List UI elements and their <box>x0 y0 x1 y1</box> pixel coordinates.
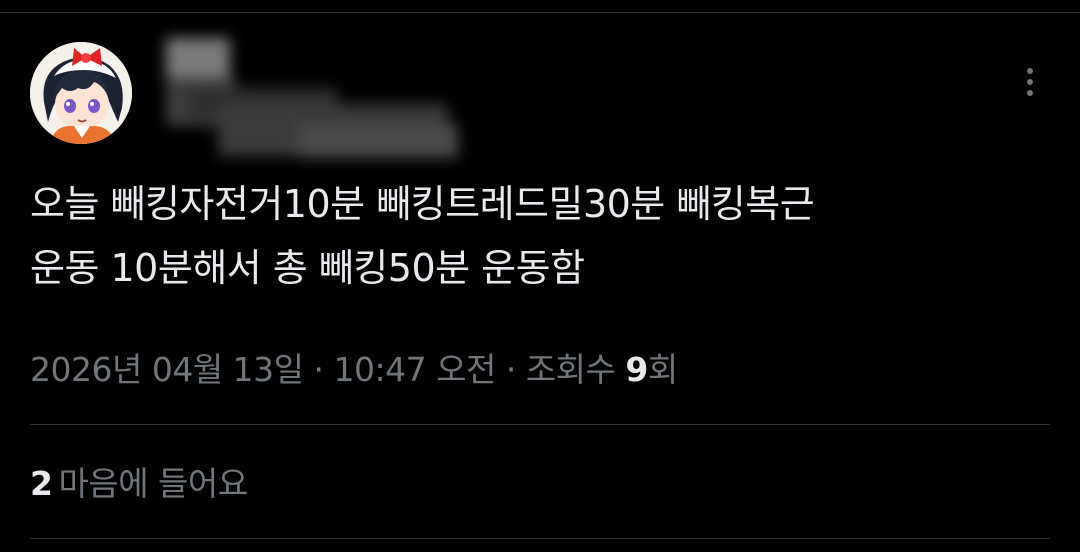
likes-link[interactable]: 2 마음에 들어요 <box>30 458 248 510</box>
top-divider <box>0 12 1080 13</box>
tweet-date[interactable]: 2026년 04월 13일 <box>30 350 304 389</box>
more-options-icon <box>1027 68 1033 74</box>
tweet-meta: 2026년 04월 13일 · 10:47 오전 · 조회수 9회 <box>30 344 678 396</box>
more-options-icon-dot <box>1027 79 1033 85</box>
views-unit: 회 <box>647 350 678 389</box>
tweet-text-line: 오늘 빼킹자전거10분 빼킹트레드밀30분 빼킹복근 <box>30 182 815 226</box>
meta-separator: · <box>303 350 334 389</box>
likes-divider <box>30 538 1050 539</box>
author-avatar[interactable] <box>30 42 132 144</box>
likes-count: 2 <box>30 464 53 503</box>
meta-divider <box>30 424 1050 425</box>
more-options-button[interactable] <box>1012 62 1048 102</box>
meta-separator: · <box>495 350 526 389</box>
tweet-text: 오늘 빼킹자전거10분 빼킹트레드밀30분 빼킹복근 운동 10분해서 총 빼킹… <box>30 172 1040 300</box>
tweet-text-line: 운동 10분해서 총 빼킹50분 운동함 <box>30 246 585 290</box>
views-label: 조회수 <box>525 350 626 389</box>
more-options-icon-dot <box>1027 90 1033 96</box>
author-name-obscured <box>158 36 468 166</box>
avatar-image <box>30 42 132 144</box>
views-count: 9 <box>625 350 648 389</box>
tweet-time[interactable]: 10:47 오전 <box>334 350 497 389</box>
likes-label: 마음에 들어요 <box>58 464 248 503</box>
